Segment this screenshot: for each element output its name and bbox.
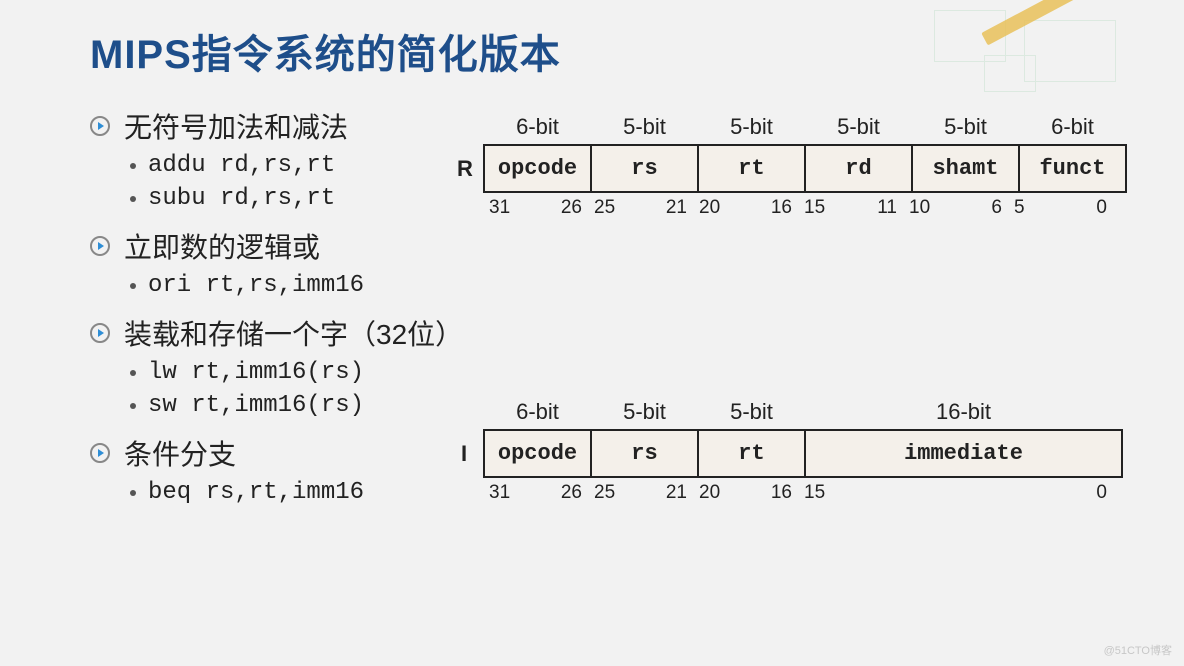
field-bits-label: 6-bit — [1019, 110, 1126, 145]
bit-lo: 6 — [991, 197, 1008, 219]
bullet-item: 无符号加法和减法 — [90, 106, 510, 146]
field-bits-label: 5-bit — [591, 395, 698, 430]
bit-lo: 16 — [771, 197, 798, 219]
bit-lo: 0 — [1096, 482, 1113, 504]
sub-bullet-icon — [130, 283, 136, 289]
bit-indices: 31 2625 2120 1615 0 — [483, 482, 1123, 504]
bit-lo: 16 — [771, 482, 798, 504]
field-bits-label: 5-bit — [698, 110, 805, 145]
bit-lo: 26 — [561, 197, 588, 219]
sub-bullet-icon — [130, 163, 136, 169]
field-name: shamt — [912, 145, 1019, 192]
field-name: rt — [698, 145, 805, 192]
bullet-text: 立即数的逻辑或 — [124, 226, 320, 266]
bullet-text: 装载和存储一个字（32位） — [124, 313, 463, 353]
sub-bullet-icon — [130, 196, 136, 202]
bit-hi: 15 — [798, 482, 825, 504]
bit-hi: 25 — [588, 197, 615, 219]
format-r-label: R — [457, 156, 473, 182]
sub-bullet-icon — [130, 490, 136, 496]
field-bits-label: 5-bit — [912, 110, 1019, 145]
format-r-diagram: R 6-bit5-bit5-bit5-bit5-bit6-bitopcoders… — [483, 110, 1127, 219]
field-bits-label: 16-bit — [805, 395, 1122, 430]
bullet-icon — [90, 116, 110, 136]
sub-bullet-icon — [130, 370, 136, 376]
sub-item: addu rd,rs,rt — [130, 152, 510, 179]
field-bits-label: 6-bit — [484, 395, 591, 430]
field-bits-label: 5-bit — [591, 110, 698, 145]
field-bits-label: 5-bit — [698, 395, 805, 430]
bit-hi: 10 — [903, 197, 930, 219]
field-name: rd — [805, 145, 912, 192]
field-name: opcode — [484, 145, 591, 192]
field-name: immediate — [805, 430, 1122, 477]
bit-hi: 20 — [693, 482, 720, 504]
field-name: opcode — [484, 430, 591, 477]
sub-code: ori rt,rs,imm16 — [148, 272, 364, 299]
sub-item: subu rd,rs,rt — [130, 185, 510, 212]
bit-lo: 11 — [877, 197, 903, 219]
slide-title: MIPS指令系统的简化版本 — [90, 22, 561, 80]
sub-item: lw rt,imm16(rs) — [130, 359, 510, 386]
pencil-decoration — [981, 0, 1147, 45]
sub-code: beq rs,rt,imm16 — [148, 479, 364, 506]
sub-item: beq rs,rt,imm16 — [130, 479, 510, 506]
bit-hi: 31 — [483, 482, 510, 504]
bit-lo: 21 — [666, 197, 693, 219]
format-i-diagram: I 6-bit5-bit5-bit16-bitopcodersrtimmedia… — [483, 395, 1123, 504]
field-bits-label: 6-bit — [484, 110, 591, 145]
sub-item: sw rt,imm16(rs) — [130, 392, 510, 419]
bit-hi: 25 — [588, 482, 615, 504]
sub-bullet-icon — [130, 403, 136, 409]
bullet-icon — [90, 323, 110, 343]
sub-code: subu rd,rs,rt — [148, 185, 335, 212]
bullet-icon — [90, 236, 110, 256]
bit-hi: 31 — [483, 197, 510, 219]
field-name: rt — [698, 430, 805, 477]
field-name: rs — [591, 145, 698, 192]
sub-item: ori rt,rs,imm16 — [130, 272, 510, 299]
watermark: @51CTO博客 — [1104, 642, 1172, 658]
field-name: funct — [1019, 145, 1126, 192]
bullet-text: 条件分支 — [124, 433, 236, 473]
background-schematic — [924, 0, 1184, 110]
bit-hi: 5 — [1008, 197, 1025, 219]
bullet-icon — [90, 443, 110, 463]
bit-indices: 31 2625 2120 1615 1110 65 0 — [483, 197, 1127, 219]
bit-hi: 20 — [693, 197, 720, 219]
bit-lo: 26 — [561, 482, 588, 504]
sub-code: sw rt,imm16(rs) — [148, 392, 364, 419]
field-name: rs — [591, 430, 698, 477]
bullet-list: 无符号加法和减法 addu rd,rs,rt subu rd,rs,rt 立即数的逻辑… — [90, 100, 510, 506]
bit-lo: 0 — [1096, 197, 1113, 219]
bullet-item: 装载和存储一个字（32位） — [90, 313, 510, 353]
sub-code: lw rt,imm16(rs) — [148, 359, 364, 386]
sub-code: addu rd,rs,rt — [148, 152, 335, 179]
field-bits-label: 5-bit — [805, 110, 912, 145]
bit-hi: 15 — [798, 197, 825, 219]
format-i-label: I — [461, 441, 467, 467]
bullet-item: 立即数的逻辑或 — [90, 226, 510, 266]
bit-lo: 21 — [666, 482, 693, 504]
bullet-item: 条件分支 — [90, 433, 510, 473]
bullet-text: 无符号加法和减法 — [124, 106, 348, 146]
